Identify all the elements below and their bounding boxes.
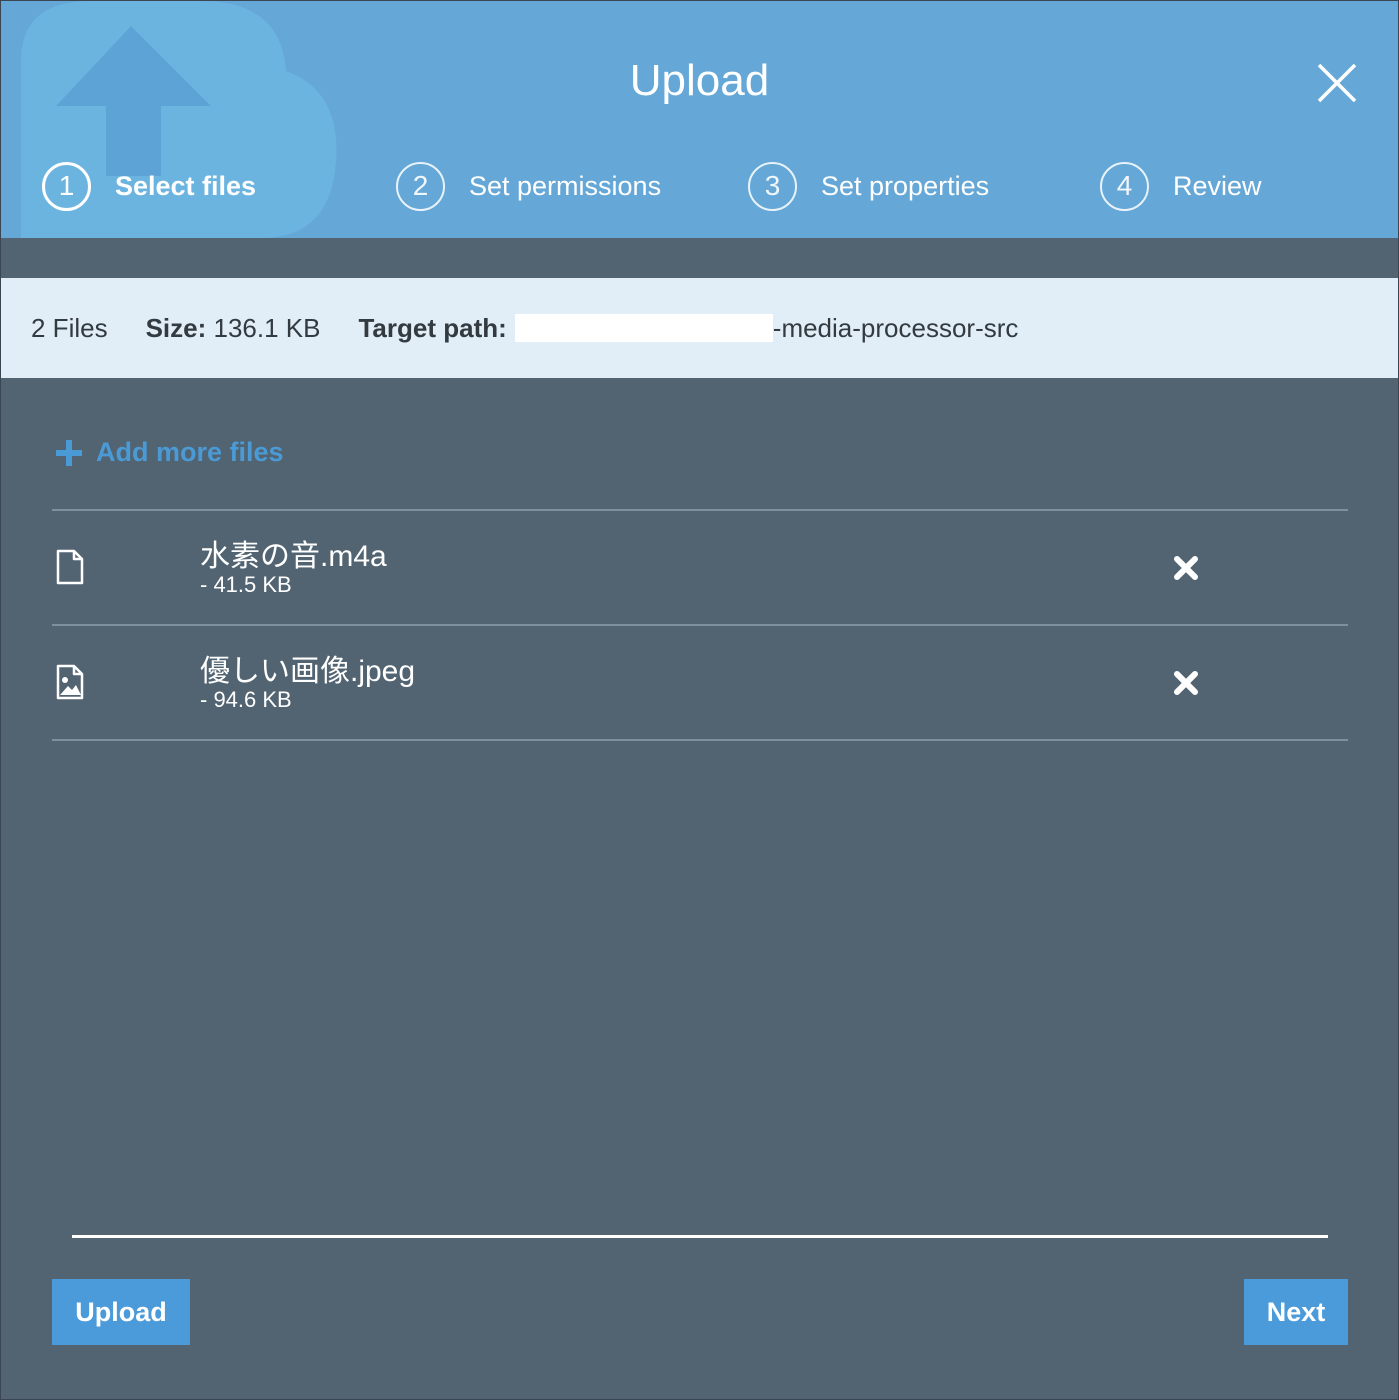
redacted-bucket-name: [514, 314, 773, 342]
close-button[interactable]: [1313, 59, 1361, 107]
upload-button[interactable]: Upload: [52, 1279, 190, 1345]
target-path-label: Target path:: [358, 312, 507, 343]
step-number: 4: [1100, 161, 1149, 211]
file-count: 2 Files: [31, 312, 108, 343]
step-number: 1: [42, 161, 91, 211]
target-path: Target path: -media-processor-src: [358, 313, 1018, 344]
dialog-header: Upload 1 Select files 2 Set permissions …: [1, 1, 1398, 238]
step-label: Set permissions: [469, 170, 662, 201]
file-size: - 94.6 KB: [200, 687, 292, 712]
dialog-title: Upload: [629, 56, 770, 105]
step-label: Set properties: [821, 170, 990, 201]
file-size: - 41.5 KB: [200, 572, 292, 597]
step-label: Select files: [115, 170, 257, 201]
plus-icon: [56, 439, 82, 466]
remove-file-button[interactable]: [1172, 669, 1200, 697]
size-label: Size:: [145, 312, 207, 343]
next-button[interactable]: Next: [1244, 1279, 1348, 1345]
add-more-files-label: Add more files: [96, 437, 284, 467]
list-item: 水素の音.m4a - 41.5 KB: [52, 509, 1348, 624]
step-select-files[interactable]: 1 Select files: [42, 159, 256, 213]
step-number: 3: [748, 161, 797, 211]
size-value: 136.1 KB: [213, 312, 321, 343]
list-item: 優しい画像.jpeg - 94.6 KB: [52, 624, 1348, 741]
add-more-files-link[interactable]: Add more files: [56, 437, 284, 468]
file-name: 優しい画像.jpeg: [200, 655, 416, 688]
close-icon: [1317, 63, 1357, 103]
remove-file-button[interactable]: [1172, 554, 1200, 582]
total-size: Size: 136.1 KB: [146, 313, 321, 344]
upload-summary-bar: 2 Files Size: 136.1 KB Target path: -med…: [1, 278, 1398, 378]
file-name: 水素の音.m4a: [200, 540, 387, 573]
remove-icon: [1174, 556, 1198, 580]
step-number: 2: [396, 161, 445, 211]
step-review[interactable]: 4 Review: [1100, 159, 1262, 213]
target-path-suffix: -media-processor-src: [772, 312, 1019, 343]
step-set-permissions[interactable]: 2 Set permissions: [396, 159, 661, 213]
upload-dialog: Upload 1 Select files 2 Set permissions …: [0, 0, 1399, 1400]
step-label: Review: [1173, 170, 1262, 201]
remove-icon: [1174, 671, 1198, 695]
file-icon: [56, 549, 84, 585]
file-list: 水素の音.m4a - 41.5 KB 優しい画像.jpeg - 94.6 KB: [52, 509, 1348, 741]
step-set-properties[interactable]: 3 Set properties: [748, 159, 989, 213]
footer-divider: [72, 1235, 1328, 1238]
image-file-icon: [56, 664, 84, 700]
